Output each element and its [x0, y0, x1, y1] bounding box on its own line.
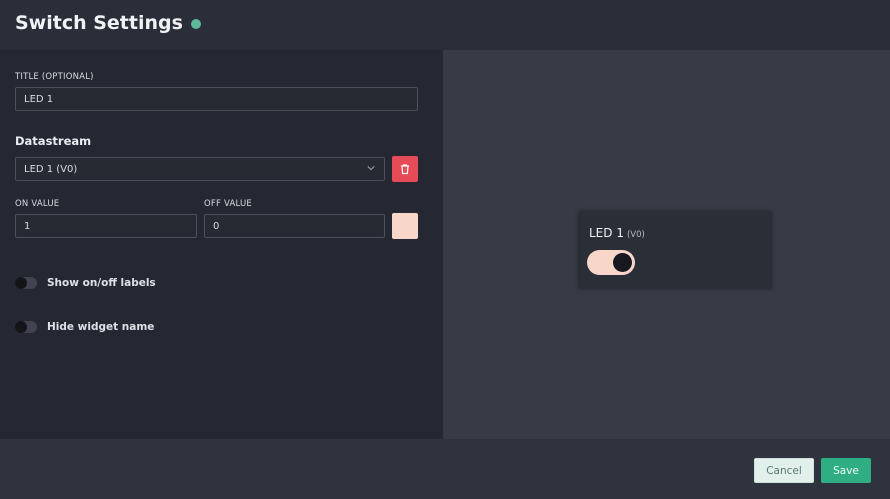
widget-pin: (V0)	[626, 230, 645, 240]
trash-icon	[401, 164, 409, 175]
page-title-text: Switch Settings	[15, 12, 183, 34]
cancel-button[interactable]: Cancel	[754, 458, 814, 483]
show-labels-text: Show on/off labels	[47, 277, 156, 289]
chevron-down-icon	[367, 166, 375, 171]
on-value-label: ON VALUE	[15, 199, 60, 209]
title-input-value: LED 1	[24, 93, 54, 105]
on-value-text: 1	[24, 220, 31, 232]
datastream-selected-value: LED 1 (V0)	[24, 163, 78, 175]
page-title: Switch Settings	[15, 12, 201, 34]
preview-switch-knob	[613, 253, 632, 272]
off-value-text: 0	[213, 220, 220, 232]
delete-datastream-button[interactable]	[392, 156, 418, 182]
title-input[interactable]: LED 1	[15, 87, 418, 111]
save-button[interactable]: Save	[821, 458, 871, 483]
on-color-swatch[interactable]	[392, 213, 418, 239]
hide-name-text: Hide widget name	[47, 321, 155, 333]
switch-widget-preview: LED 1 (V0)	[578, 211, 772, 289]
hide-name-row[interactable]: Hide widget name	[15, 321, 154, 333]
datastream-label: Datastream	[15, 134, 92, 148]
on-value-input[interactable]: 1	[15, 214, 197, 238]
header-bar: Switch Settings	[0, 0, 890, 50]
off-value-label: OFF VALUE	[204, 199, 252, 209]
info-dot-icon[interactable]	[190, 19, 201, 29]
widget-title: LED 1 (V0)	[589, 226, 645, 240]
off-value-input[interactable]: 0	[204, 214, 385, 238]
title-label: TITLE (OPTIONAL)	[15, 72, 94, 82]
show-labels-row[interactable]: Show on/off labels	[15, 277, 156, 289]
hide-name-toggle[interactable]	[15, 321, 37, 333]
datastream-select[interactable]: LED 1 (V0)	[15, 157, 385, 181]
show-labels-toggle[interactable]	[15, 277, 37, 289]
preview-switch[interactable]	[587, 250, 635, 275]
widget-title-text: LED 1	[589, 226, 624, 240]
